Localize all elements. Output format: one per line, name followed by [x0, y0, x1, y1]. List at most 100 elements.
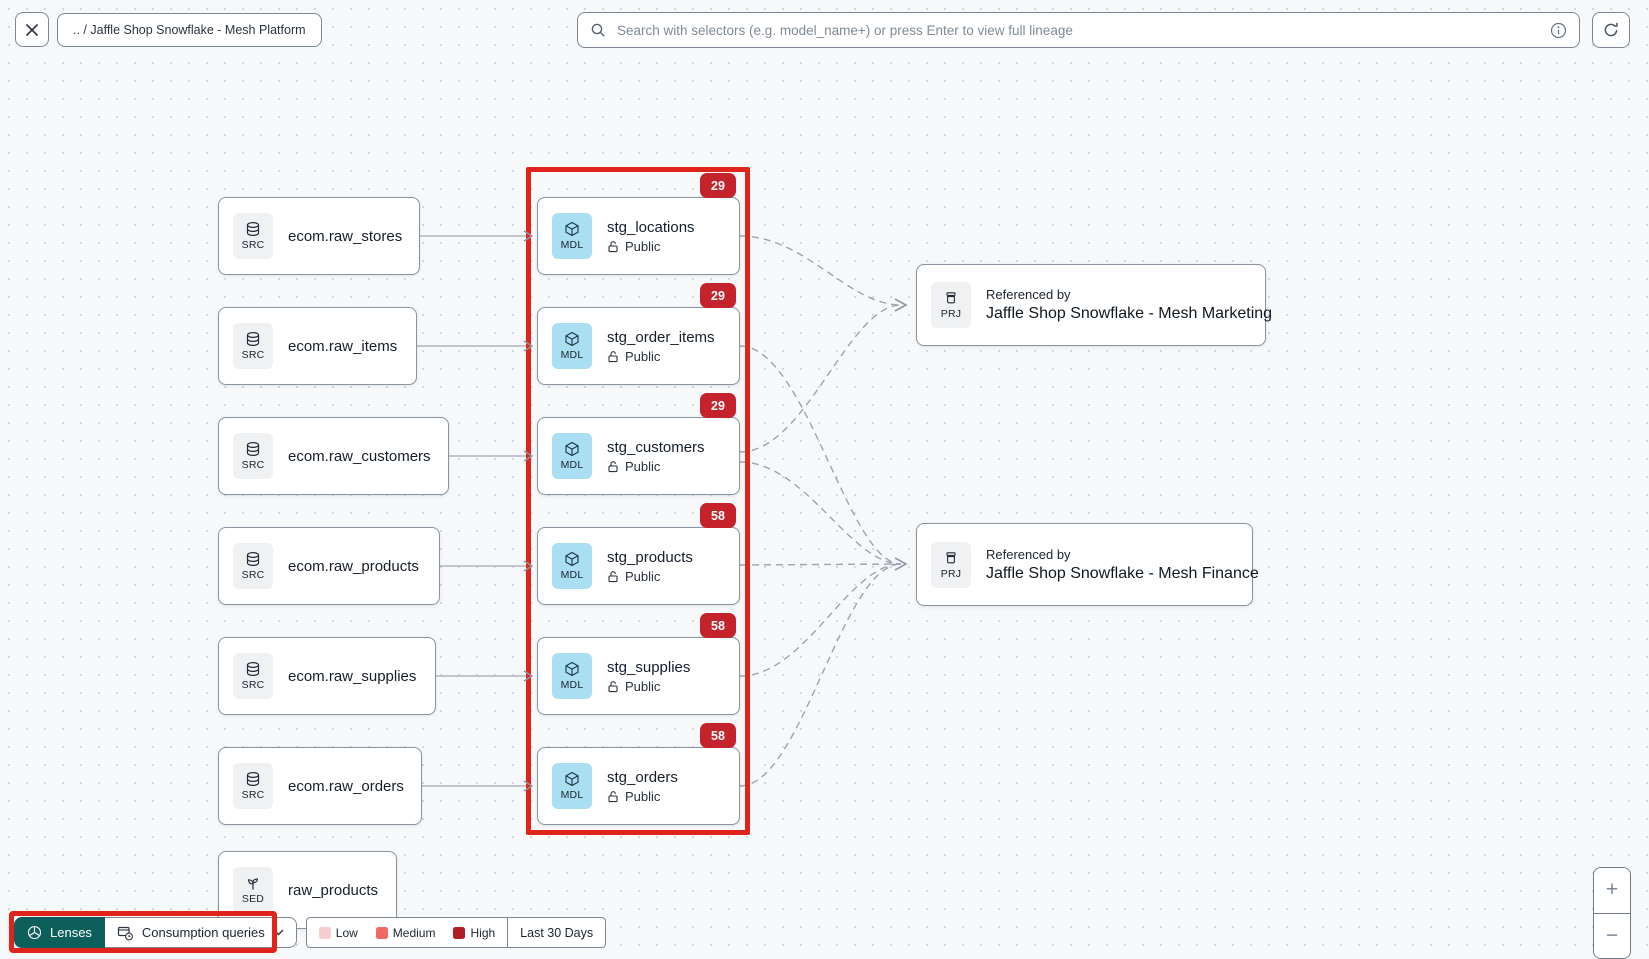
unlock-icon — [607, 790, 619, 803]
project-name: Jaffle Shop Snowflake - Mesh Marketing — [986, 305, 1272, 323]
model-node-stg-orders[interactable]: 58 MDL stg_orders Public — [537, 747, 740, 825]
database-icon — [245, 331, 261, 347]
project-node-mesh-marketing[interactable]: PRJ Referenced by Jaffle Shop Snowflake … — [916, 264, 1266, 346]
search-bar[interactable] — [577, 12, 1580, 48]
breadcrumb-label: .. / Jaffle Shop Snowflake - Mesh Platfo… — [73, 23, 306, 37]
source-tile: SRC — [233, 543, 273, 589]
node-title: stg_orders — [607, 769, 678, 786]
seedling-icon — [245, 875, 261, 891]
lens-toolbar: Lenses Consumption queries Low Medium Hi… — [14, 917, 606, 948]
model-node-stg-supplies[interactable]: 58 MDL stg_supplies Public — [537, 637, 740, 715]
model-tile: MDL — [552, 323, 592, 369]
lenses-button[interactable]: Lenses — [14, 917, 105, 948]
seed-tile: SED — [233, 867, 273, 913]
visibility-label: Public — [625, 239, 660, 254]
node-type-caption: SRC — [242, 459, 265, 471]
model-tile: MDL — [552, 653, 592, 699]
node-type-caption: MDL — [561, 349, 584, 361]
unlock-icon — [607, 350, 619, 363]
active-lens-label: Consumption queries — [142, 925, 265, 940]
node-type-caption: SRC — [242, 679, 265, 691]
source-node-raw-items[interactable]: SRC ecom.raw_items — [218, 307, 417, 385]
node-title: stg_order_items — [607, 329, 715, 346]
node-type-caption: SRC — [242, 239, 265, 251]
model-node-stg-locations[interactable]: 29 MDL stg_locations Public — [537, 197, 740, 275]
lenses-label: Lenses — [50, 925, 92, 940]
model-tile: MDL — [552, 763, 592, 809]
node-type-caption: MDL — [561, 239, 584, 251]
node-type-caption: SRC — [242, 569, 265, 581]
legend-swatch-medium — [376, 927, 388, 939]
database-icon — [245, 221, 261, 237]
database-icon — [245, 551, 261, 567]
source-node-raw-customers[interactable]: SRC ecom.raw_customers — [218, 417, 449, 495]
legend-swatch-high — [453, 927, 465, 939]
visibility-label: Public — [625, 349, 660, 364]
node-title: ecom.raw_products — [288, 558, 419, 575]
node-title: ecom.raw_stores — [288, 228, 402, 245]
referenced-by-label: Referenced by — [986, 547, 1259, 562]
consumption-count-badge: 29 — [700, 393, 736, 418]
node-title: ecom.raw_items — [288, 338, 397, 355]
node-type-caption: SRC — [242, 789, 265, 801]
node-type-caption: MDL — [561, 789, 584, 801]
node-title: stg_locations — [607, 219, 695, 236]
time-range-label: Last 30 Days — [520, 926, 593, 940]
source-tile: SRC — [233, 433, 273, 479]
model-node-stg-order-items[interactable]: 29 MDL stg_order_items Public — [537, 307, 740, 385]
node-type-caption: MDL — [561, 679, 584, 691]
refresh-button[interactable] — [1592, 12, 1630, 48]
time-range-button[interactable]: Last 30 Days — [508, 917, 606, 948]
unlock-icon — [607, 240, 619, 253]
cube-icon — [564, 661, 580, 677]
visibility-label: Public — [625, 789, 660, 804]
database-icon — [245, 771, 261, 787]
legend-label: High — [470, 926, 495, 940]
model-node-stg-products[interactable]: 58 MDL stg_products Public — [537, 527, 740, 605]
visibility-label: Public — [625, 569, 660, 584]
cube-icon — [564, 221, 580, 237]
close-icon — [25, 23, 39, 37]
chevron-down-icon — [273, 929, 284, 936]
project-node-mesh-finance[interactable]: PRJ Referenced by Jaffle Shop Snowflake … — [916, 523, 1253, 606]
database-icon — [245, 661, 261, 677]
model-tile: MDL — [552, 433, 592, 479]
source-node-raw-supplies[interactable]: SRC ecom.raw_supplies — [218, 637, 436, 715]
node-title: ecom.raw_supplies — [288, 668, 416, 685]
project-tile: PRJ — [931, 542, 971, 588]
project-name: Jaffle Shop Snowflake - Mesh Finance — [986, 565, 1259, 583]
source-tile: SRC — [233, 213, 273, 259]
node-type-caption: PRJ — [941, 308, 961, 320]
node-title: stg_products — [607, 549, 693, 566]
breadcrumb[interactable]: .. / Jaffle Shop Snowflake - Mesh Platfo… — [57, 13, 322, 47]
close-button[interactable] — [15, 12, 49, 47]
cube-icon — [564, 331, 580, 347]
legend-swatch-low — [319, 927, 331, 939]
source-node-raw-stores[interactable]: SRC ecom.raw_stores — [218, 197, 420, 275]
search-input[interactable] — [615, 22, 1541, 39]
info-icon[interactable] — [1550, 22, 1567, 39]
node-type-caption: PRJ — [941, 568, 961, 580]
search-icon — [590, 22, 606, 38]
legend-item-high: High — [453, 926, 495, 940]
node-type-caption: SED — [242, 893, 264, 905]
consumption-count-badge: 58 — [700, 723, 736, 748]
zoom-in-button[interactable]: + — [1594, 868, 1630, 914]
legend-item-low: Low — [319, 926, 358, 940]
referenced-by-label: Referenced by — [986, 287, 1272, 302]
source-tile: SRC — [233, 653, 273, 699]
source-node-raw-products[interactable]: SRC ecom.raw_products — [218, 527, 440, 605]
lens-select[interactable]: Consumption queries — [105, 917, 297, 948]
zoom-out-button[interactable]: − — [1594, 914, 1630, 959]
project-arrowheads — [895, 299, 906, 570]
model-node-stg-customers[interactable]: 29 MDL stg_customers Public — [537, 417, 740, 495]
node-title: ecom.raw_customers — [288, 448, 431, 465]
consumption-queries-icon — [117, 925, 134, 941]
project-icon — [943, 550, 959, 566]
node-title: stg_customers — [607, 439, 705, 456]
visibility-label: Public — [625, 679, 660, 694]
cube-icon — [564, 771, 580, 787]
source-node-raw-orders[interactable]: SRC ecom.raw_orders — [218, 747, 422, 825]
cube-icon — [564, 551, 580, 567]
model-tile: MDL — [552, 543, 592, 589]
